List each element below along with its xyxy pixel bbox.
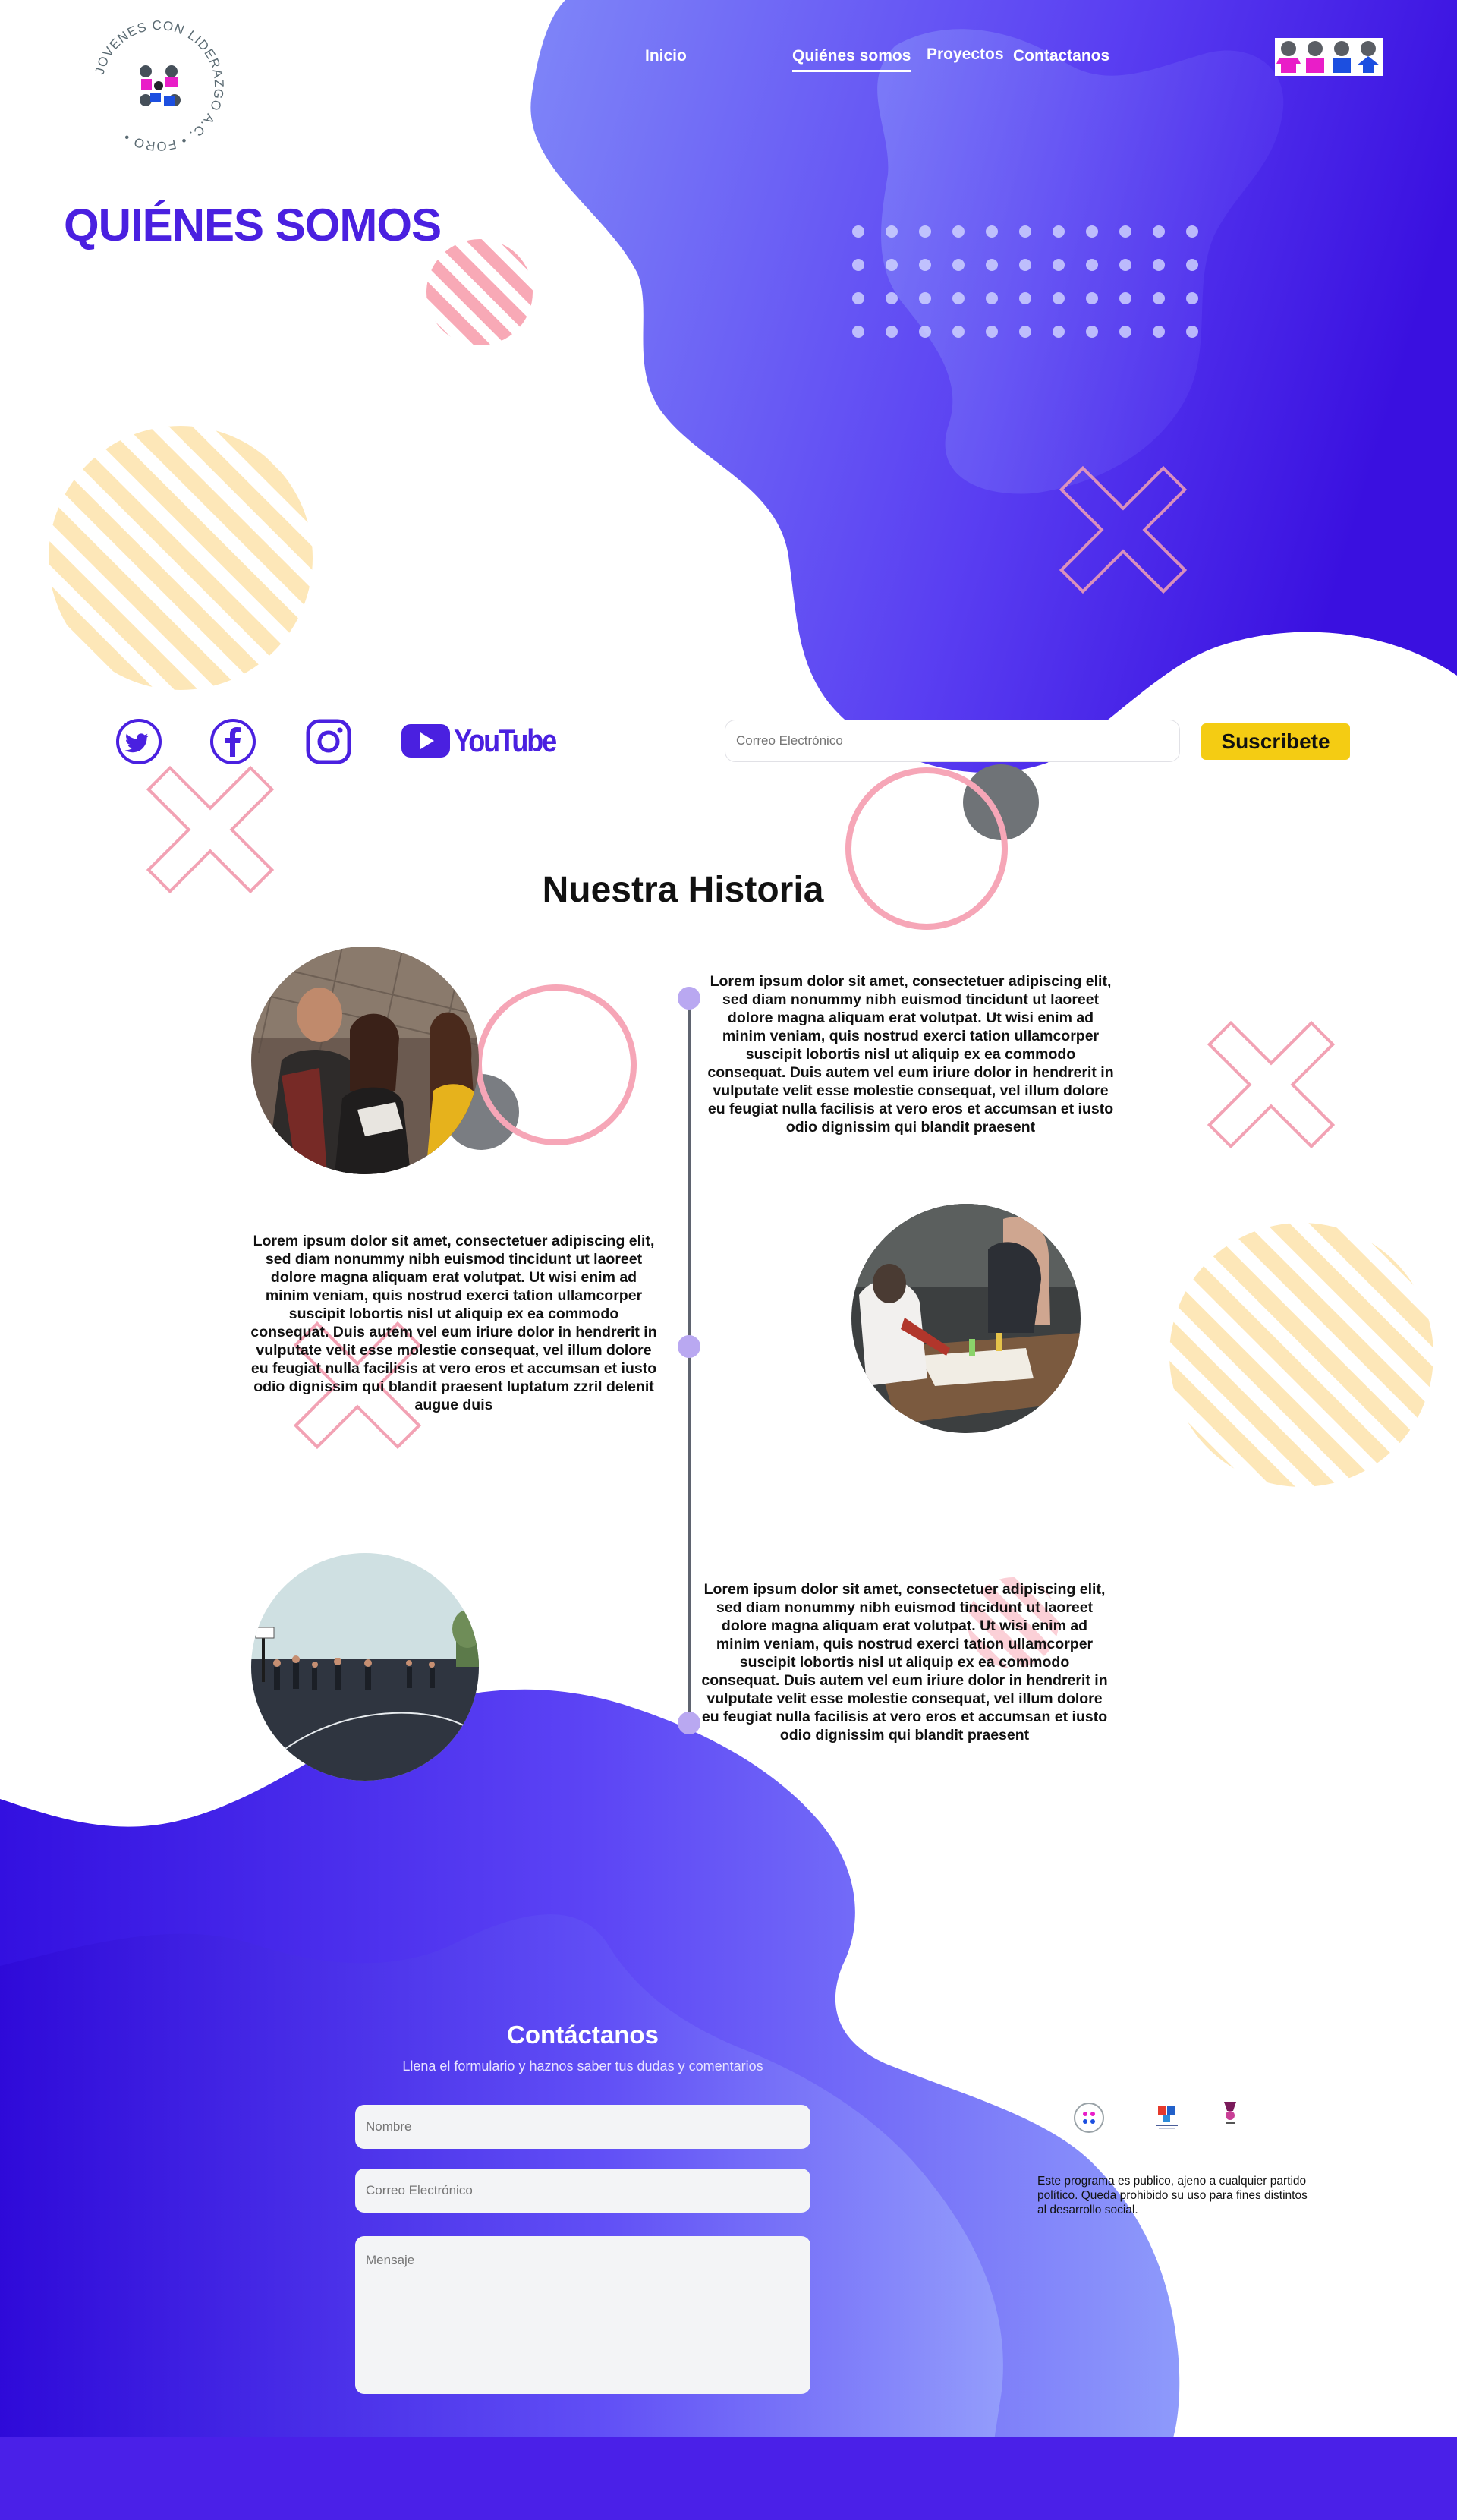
contact-subtitle: Llena el formulario y haznos saber tus d… xyxy=(402,2059,763,2074)
foro-logo-icon: JOVENES CON LIDERAZGO A.C. • FORO • xyxy=(93,18,225,153)
history-entry-1-text: Lorem ipsum dolor sit amet, consectetuer… xyxy=(707,973,1114,1136)
basketball-court-photo xyxy=(251,1553,479,1781)
footer-disclaimer: Este programa es publico, ajeno a cualqu… xyxy=(1037,2175,1308,2216)
footer-bar xyxy=(0,2437,1457,2520)
facebook-icon[interactable] xyxy=(209,718,256,769)
timeline-dot xyxy=(678,987,700,1010)
history-entry-3-text: Lorem ipsum dolor sit amet, consectetuer… xyxy=(701,1581,1108,1744)
foro-logo-icon xyxy=(1072,2101,1106,2138)
timeline-dot xyxy=(678,1712,700,1734)
subscribe-button[interactable]: Suscribete xyxy=(1201,723,1350,760)
twitter-icon[interactable] xyxy=(115,718,162,769)
contact-email-input[interactable] xyxy=(355,2169,810,2213)
instagram-icon[interactable] xyxy=(305,718,352,769)
government-logo-icon xyxy=(1216,2099,1244,2133)
institution-logo-icon xyxy=(1152,2101,1182,2135)
contact-name-input[interactable] xyxy=(355,2105,810,2149)
history-entry-2-text: Lorem ipsum dolor sit amet, consectetuer… xyxy=(250,1233,657,1413)
newsletter-email-input[interactable] xyxy=(725,720,1180,762)
youtube-icon[interactable]: YouTube xyxy=(401,723,572,759)
youtube-wordmark: YouTube xyxy=(454,723,557,758)
nav-link-inicio[interactable]: Inicio xyxy=(645,47,687,65)
people-group-icon[interactable] xyxy=(1275,38,1383,76)
site-logo[interactable]: JOVENES CON LIDERAZGO A.C. • FORO • xyxy=(90,17,228,155)
nav-link-contactanos[interactable]: Contactanos xyxy=(1013,47,1109,65)
students-talking-photo xyxy=(251,947,479,1174)
history-title: Nuestra Historia xyxy=(542,870,824,910)
nav-link-proyectos[interactable]: Proyectos xyxy=(927,46,1004,64)
contact-message-textarea[interactable] xyxy=(355,2236,810,2394)
timeline-line xyxy=(688,1000,691,1725)
nav-link-quienes-somos[interactable]: Quiénes somos xyxy=(792,47,911,72)
contact-title: Contáctanos xyxy=(507,2021,659,2049)
timeline-dot xyxy=(678,1335,700,1358)
students-working-table-photo xyxy=(851,1204,1081,1433)
page-title: QUIÉNES SOMOS xyxy=(64,200,442,250)
